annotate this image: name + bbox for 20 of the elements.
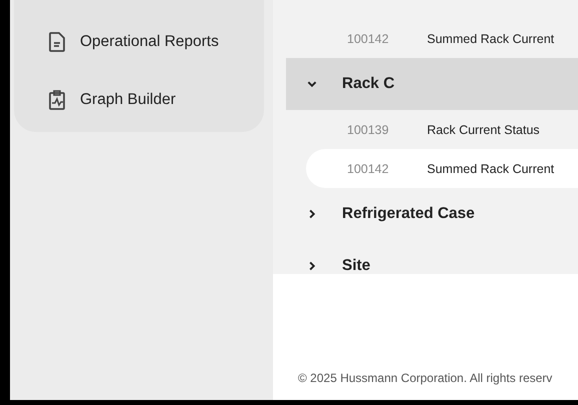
tree-group[interactable]: Refrigerated Case [286, 188, 578, 240]
group-label: Site [342, 257, 370, 274]
tree-group[interactable]: Site [286, 240, 578, 274]
point-row[interactable]: 100142 Summed Rack Current [306, 19, 578, 58]
tree-group[interactable]: Rack C [286, 58, 578, 110]
document-icon [48, 32, 66, 52]
point-id: 100142 [347, 162, 390, 176]
clipboard-chart-icon [48, 90, 66, 110]
point-id: 100142 [347, 32, 390, 46]
point-id: 100139 [347, 122, 390, 136]
point-name: Summed Rack Current [427, 32, 554, 46]
point-name: Summed Rack Current [427, 162, 554, 176]
copyright-text: © 2025 Hussmann Corporation. All rights reserv [298, 371, 552, 385]
point-row[interactable]: 100139 Rack Current Status [306, 110, 578, 149]
point-row[interactable]: 100142 Summed Rack Current [306, 149, 578, 188]
sidebar-item[interactable]: Operational Reports [48, 30, 264, 54]
group-label: Refrigerated Case [342, 205, 475, 223]
group-label: Rack C [342, 75, 395, 93]
sidebar-item[interactable]: Graph Builder [48, 88, 264, 112]
point-name: Rack Current Status [427, 122, 540, 136]
